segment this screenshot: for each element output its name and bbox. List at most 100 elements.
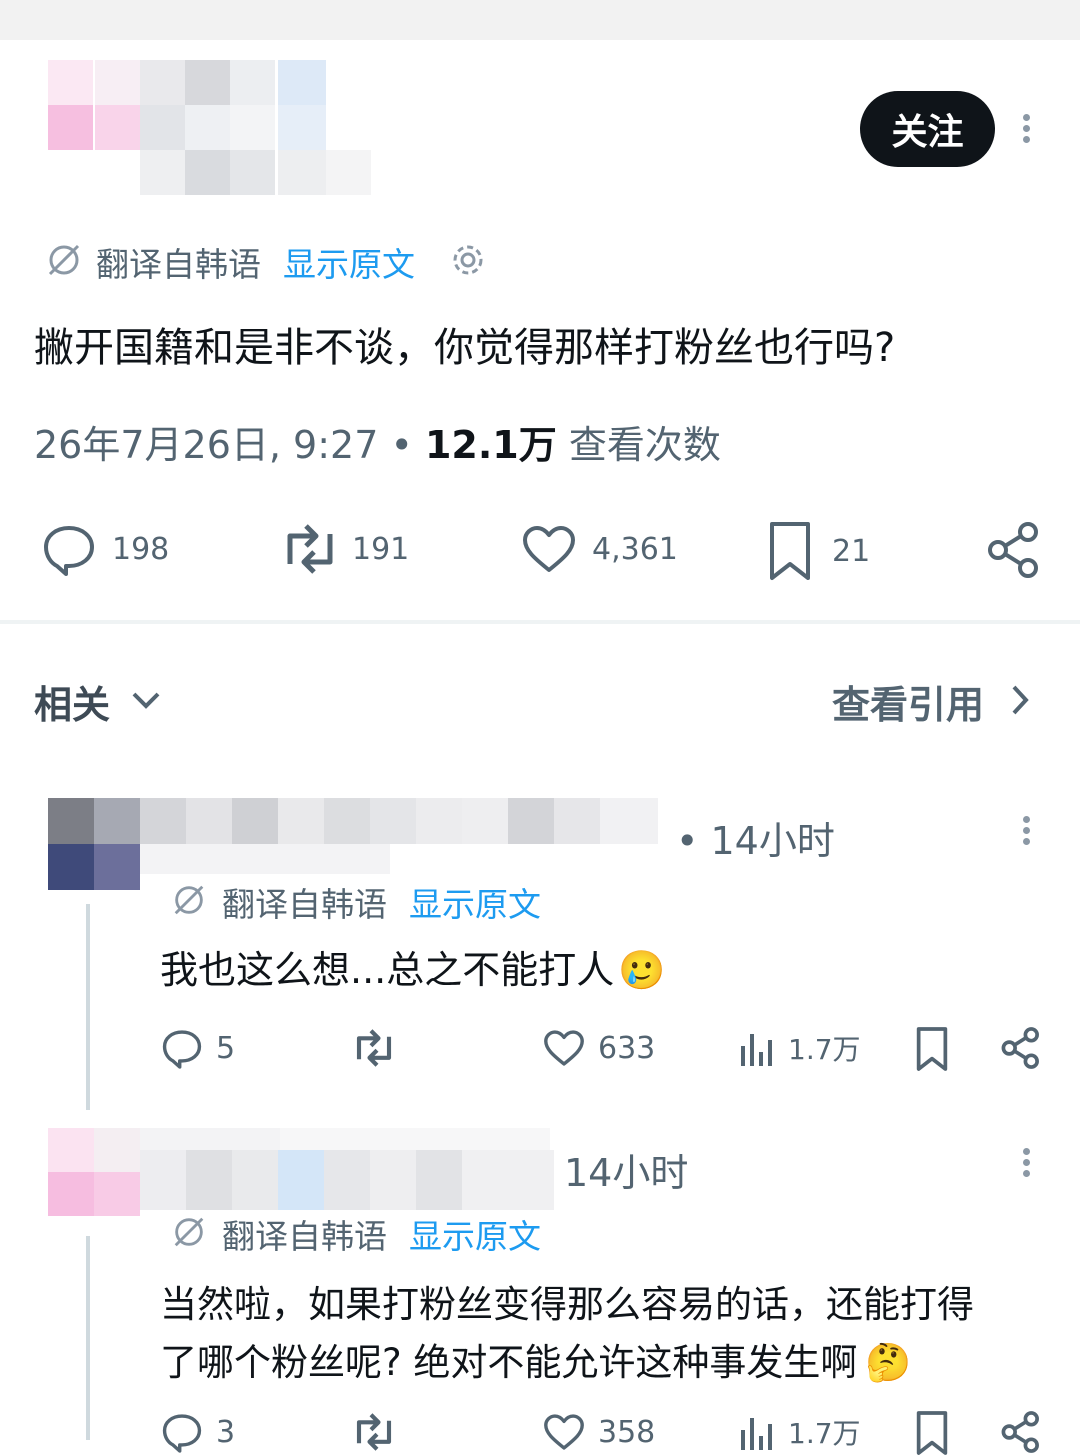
- like-button[interactable]: 4,361: [520, 520, 678, 578]
- show-original-link[interactable]: 显示原文: [283, 238, 415, 286]
- repost-button[interactable]: 191: [278, 520, 409, 578]
- reply-1-bookmark-button[interactable]: [914, 1026, 950, 1072]
- reply-1-text: 我也这么想...总之不能打人 🥲: [160, 944, 666, 996]
- blur-block: [95, 105, 140, 150]
- bar-chart-icon: [738, 1026, 776, 1070]
- blur-block: [140, 60, 185, 105]
- reply-2-line-2: 了哪个粉丝呢? 绝对不能允许这种事发生啊: [160, 1341, 858, 1384]
- blur-block: [324, 798, 370, 844]
- reply-2-repost-button[interactable]: [350, 1410, 398, 1454]
- show-original-link[interactable]: 显示原文: [409, 878, 541, 926]
- like-count: 4,361: [592, 531, 678, 567]
- blur-block: [140, 150, 185, 195]
- blur-block: [600, 798, 658, 844]
- blur-block: [186, 1150, 232, 1210]
- bookmark-button[interactable]: 21: [766, 520, 870, 582]
- reply-1-time: • 14小时: [676, 819, 835, 863]
- blur-block: [370, 798, 416, 844]
- bookmark-count: 21: [832, 533, 871, 569]
- blur-block: [278, 105, 326, 150]
- blur-block: [48, 844, 94, 890]
- view-quotes-link[interactable]: 查看引用: [832, 674, 1030, 729]
- blur-block: [48, 798, 94, 844]
- related-dropdown[interactable]: 相关: [34, 674, 162, 729]
- blur-block: [185, 60, 230, 105]
- post-text: 撇开国籍和是非不谈，你觉得那样打粉丝也行吗?: [34, 325, 896, 371]
- blur-block: [232, 798, 278, 844]
- views-label: 查看次数: [568, 423, 721, 467]
- reply-2-like-button[interactable]: 358: [542, 1410, 655, 1454]
- reply-2-views-button[interactable]: 1.7万: [738, 1410, 861, 1454]
- view-quotes-label: 查看引用: [832, 683, 985, 727]
- bookmark-icon: [766, 520, 814, 582]
- reply-1-repost-button[interactable]: [350, 1026, 398, 1070]
- reply-2-time: 14小时: [564, 1151, 689, 1195]
- blur-block: [94, 844, 140, 890]
- settings-gear-icon[interactable]: [449, 241, 487, 283]
- like-count: 633: [598, 1030, 656, 1066]
- follow-button[interactable]: 关注: [860, 91, 995, 167]
- repost-icon: [350, 1410, 398, 1454]
- reply-2-bookmark-button[interactable]: [914, 1410, 950, 1456]
- reply-1-share-button[interactable]: [1000, 1026, 1042, 1070]
- reply-count: 5: [216, 1030, 236, 1066]
- reply-2-reply-button[interactable]: 3: [160, 1410, 235, 1454]
- blur-block: [324, 1150, 370, 1210]
- blur-block: [232, 1150, 278, 1210]
- blur-block: [94, 1172, 140, 1216]
- heart-icon: [520, 520, 578, 578]
- reply-icon: [160, 1410, 204, 1454]
- reply-1-like-button[interactable]: 633: [542, 1026, 655, 1070]
- blur-block: [416, 1150, 462, 1210]
- reply-2-more-icon[interactable]: [1016, 1144, 1036, 1184]
- reply-1-views-button[interactable]: 1.7万: [738, 1026, 861, 1070]
- bookmark-icon: [914, 1026, 950, 1072]
- reply-2-line-2-wrap: 了哪个粉丝呢? 绝对不能允许这种事发生啊 🤔: [160, 1334, 974, 1392]
- blur-block: [326, 150, 371, 195]
- blur-block: [140, 798, 186, 844]
- reply-count: 3: [216, 1414, 236, 1450]
- blur-block: [140, 105, 185, 150]
- blur-block: [95, 60, 140, 105]
- reply-icon: [160, 1026, 204, 1070]
- reply-button[interactable]: 198: [40, 520, 169, 578]
- post-meta: 26年7月26日, 9:27 • 12.1万 查看次数: [34, 420, 721, 470]
- translate-icon: [170, 881, 208, 923]
- repost-icon: [278, 520, 342, 578]
- divider: [0, 620, 1080, 624]
- chevron-right-icon: [1010, 683, 1030, 721]
- blur-block: [462, 1150, 554, 1210]
- blur-block: [185, 105, 230, 150]
- blur-block: [94, 798, 140, 844]
- blur-block: [185, 150, 230, 195]
- blur-block: [186, 798, 232, 844]
- translate-icon: [44, 240, 84, 284]
- share-icon: [986, 520, 1042, 580]
- blur-block: [370, 1150, 416, 1210]
- reply-count: 198: [112, 531, 170, 567]
- blur-block: [230, 150, 275, 195]
- blur-block: [278, 798, 324, 844]
- translated-from-label: 翻译自韩语: [96, 245, 261, 284]
- thinking-face-emoji: 🤔: [865, 1341, 912, 1384]
- blur-block: [508, 798, 554, 844]
- reply-1-reply-button[interactable]: 5: [160, 1026, 235, 1070]
- views-count: 1.7万: [788, 1033, 861, 1066]
- blur-block: [416, 798, 462, 844]
- reply-icon: [40, 520, 98, 578]
- show-original-link[interactable]: 显示原文: [409, 1210, 541, 1258]
- views-count: 12.1万: [424, 423, 557, 467]
- reply-2-share-button[interactable]: [1000, 1410, 1042, 1454]
- more-options-icon[interactable]: [1016, 110, 1036, 150]
- blur-block: [48, 1128, 94, 1172]
- blur-block: [140, 844, 390, 874]
- share-button[interactable]: [986, 520, 1042, 580]
- share-icon: [1000, 1026, 1042, 1070]
- reply-1-more-icon[interactable]: [1016, 812, 1036, 852]
- reply-2-text: 当然啦，如果打粉丝变得那么容易的话，还能打得 了哪个粉丝呢? 绝对不能允许这种事…: [160, 1276, 974, 1392]
- blur-block: [140, 1150, 186, 1210]
- share-icon: [1000, 1410, 1042, 1454]
- status-bar-area: [0, 0, 1080, 40]
- heart-icon: [542, 1410, 586, 1454]
- repost-count: 191: [352, 531, 410, 567]
